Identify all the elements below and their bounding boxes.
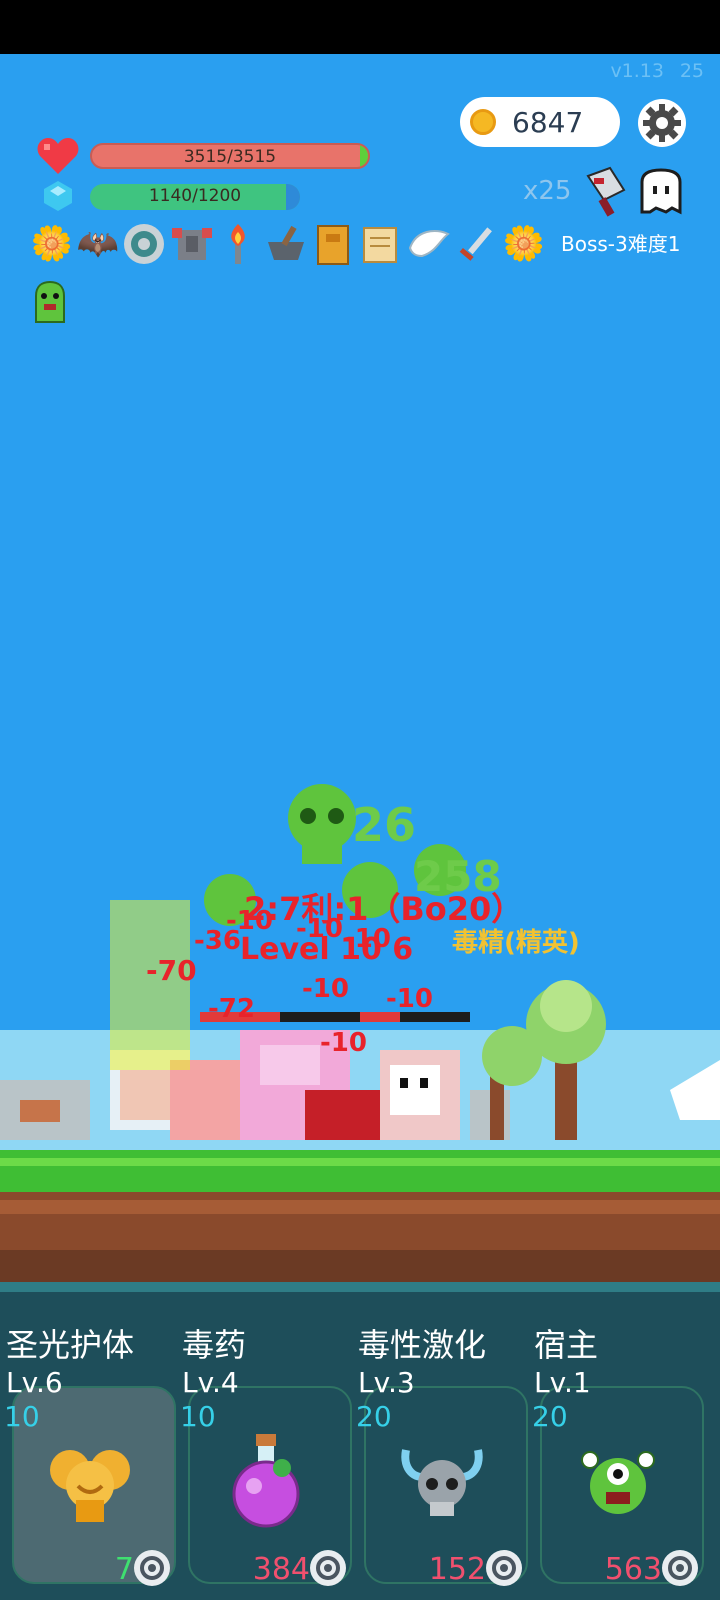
- skill-name: 毒性激化: [358, 1326, 487, 1364]
- ground-grass-highlight: [0, 1158, 720, 1166]
- mana-bar: 1140/1200: [90, 184, 300, 210]
- refresh-icon[interactable]: [660, 1548, 700, 1588]
- skill-slot-holy-shield[interactable]: 圣光护体 Lv.6 10 7: [0, 1290, 176, 1600]
- holy-shield-icon: [50, 1450, 130, 1522]
- hit-number: -70: [146, 954, 197, 987]
- skill-name: 宿主: [534, 1326, 599, 1364]
- armor-icon[interactable]: [170, 222, 214, 266]
- gear-icon[interactable]: [637, 98, 687, 148]
- version-extra: 25: [679, 60, 704, 82]
- skill-count: 563: [604, 1552, 662, 1587]
- skill-slot-toxic-boost[interactable]: 毒性激化 Lv.3 20 152: [352, 1290, 528, 1600]
- skill-level: Lv.1: [534, 1366, 591, 1399]
- refresh-icon[interactable]: [484, 1548, 524, 1588]
- bat-icon[interactable]: 🦇: [76, 222, 120, 266]
- hit-number: -10: [320, 1028, 367, 1058]
- cleaver-icon[interactable]: [584, 166, 630, 218]
- ground-dirt-highlight: [0, 1200, 720, 1214]
- skill-cost: 20: [532, 1400, 568, 1433]
- scroll-icon[interactable]: [358, 222, 402, 266]
- ring-icon[interactable]: [122, 222, 166, 266]
- hit-number: -10: [226, 906, 273, 936]
- green-monster-icon[interactable]: [30, 280, 70, 326]
- speed-multiplier[interactable]: x25: [523, 176, 571, 206]
- book-icon[interactable]: [312, 222, 356, 266]
- skill-level: Lv.3: [358, 1366, 415, 1399]
- refresh-icon[interactable]: [308, 1548, 348, 1588]
- skill-level: Lv.6: [6, 1366, 63, 1399]
- skill-count: 384: [252, 1552, 310, 1587]
- skill-cost: 20: [356, 1400, 392, 1433]
- ground-grass: [0, 1150, 720, 1192]
- gem-icon: [44, 181, 72, 211]
- coin-icon: [470, 109, 496, 135]
- health-text: 3515/3515: [183, 147, 277, 167]
- heart-icon: [37, 138, 79, 174]
- game-screen: v1.13 25 6847 3515/3515 1140/1200 x25 🌼 …: [0, 0, 720, 1600]
- skill-count: 152: [428, 1552, 486, 1587]
- skill-cost: 10: [180, 1400, 216, 1433]
- ghost-icon[interactable]: [638, 168, 684, 216]
- skill-slot-host[interactable]: 宿主 Lv.1 20 563: [528, 1290, 704, 1600]
- poison-bottle-icon: [232, 1434, 300, 1528]
- mortar-icon[interactable]: [264, 222, 308, 266]
- buff-row: 🌼 🦇 🌼: [30, 222, 550, 268]
- hit-number: -72: [208, 994, 255, 1024]
- boss-difficulty-label: Boss-3难度1: [561, 232, 681, 256]
- skill-name: 圣光护体: [6, 1326, 135, 1364]
- status-bar: [0, 0, 720, 54]
- elite-text: 毒精(精英): [452, 928, 580, 958]
- mana-text: 1140/1200: [148, 186, 242, 206]
- hit-number: -10: [302, 974, 349, 1004]
- skill-slot-poison[interactable]: 毒药 Lv.4 10 384: [176, 1290, 352, 1600]
- refresh-icon[interactable]: [132, 1548, 172, 1588]
- health-bar: 3515/3515: [90, 143, 370, 169]
- hit-number: -10: [344, 924, 391, 954]
- skill-name: 毒药: [182, 1326, 247, 1364]
- hit-number: -10: [296, 914, 343, 944]
- green-eyeball-monster-icon: [581, 1451, 655, 1514]
- sword-icon[interactable]: [454, 222, 498, 266]
- coin-amount: 6847: [512, 106, 584, 139]
- ground-dirt-shadow: [0, 1250, 720, 1282]
- horned-skull-icon: [401, 1449, 483, 1516]
- torch-icon[interactable]: [216, 222, 260, 266]
- flower-icon[interactable]: 🌼: [30, 222, 74, 266]
- skill-cost: 10: [4, 1400, 40, 1433]
- damage-number-big: 26: [352, 798, 417, 852]
- version-label: v1.13: [610, 60, 664, 82]
- skill-level: Lv.4: [182, 1366, 239, 1399]
- coin-counter[interactable]: 6847: [460, 97, 620, 147]
- hit-number: -10: [386, 984, 433, 1014]
- flower-icon[interactable]: 🌼: [502, 222, 546, 266]
- wing-icon[interactable]: [406, 222, 450, 266]
